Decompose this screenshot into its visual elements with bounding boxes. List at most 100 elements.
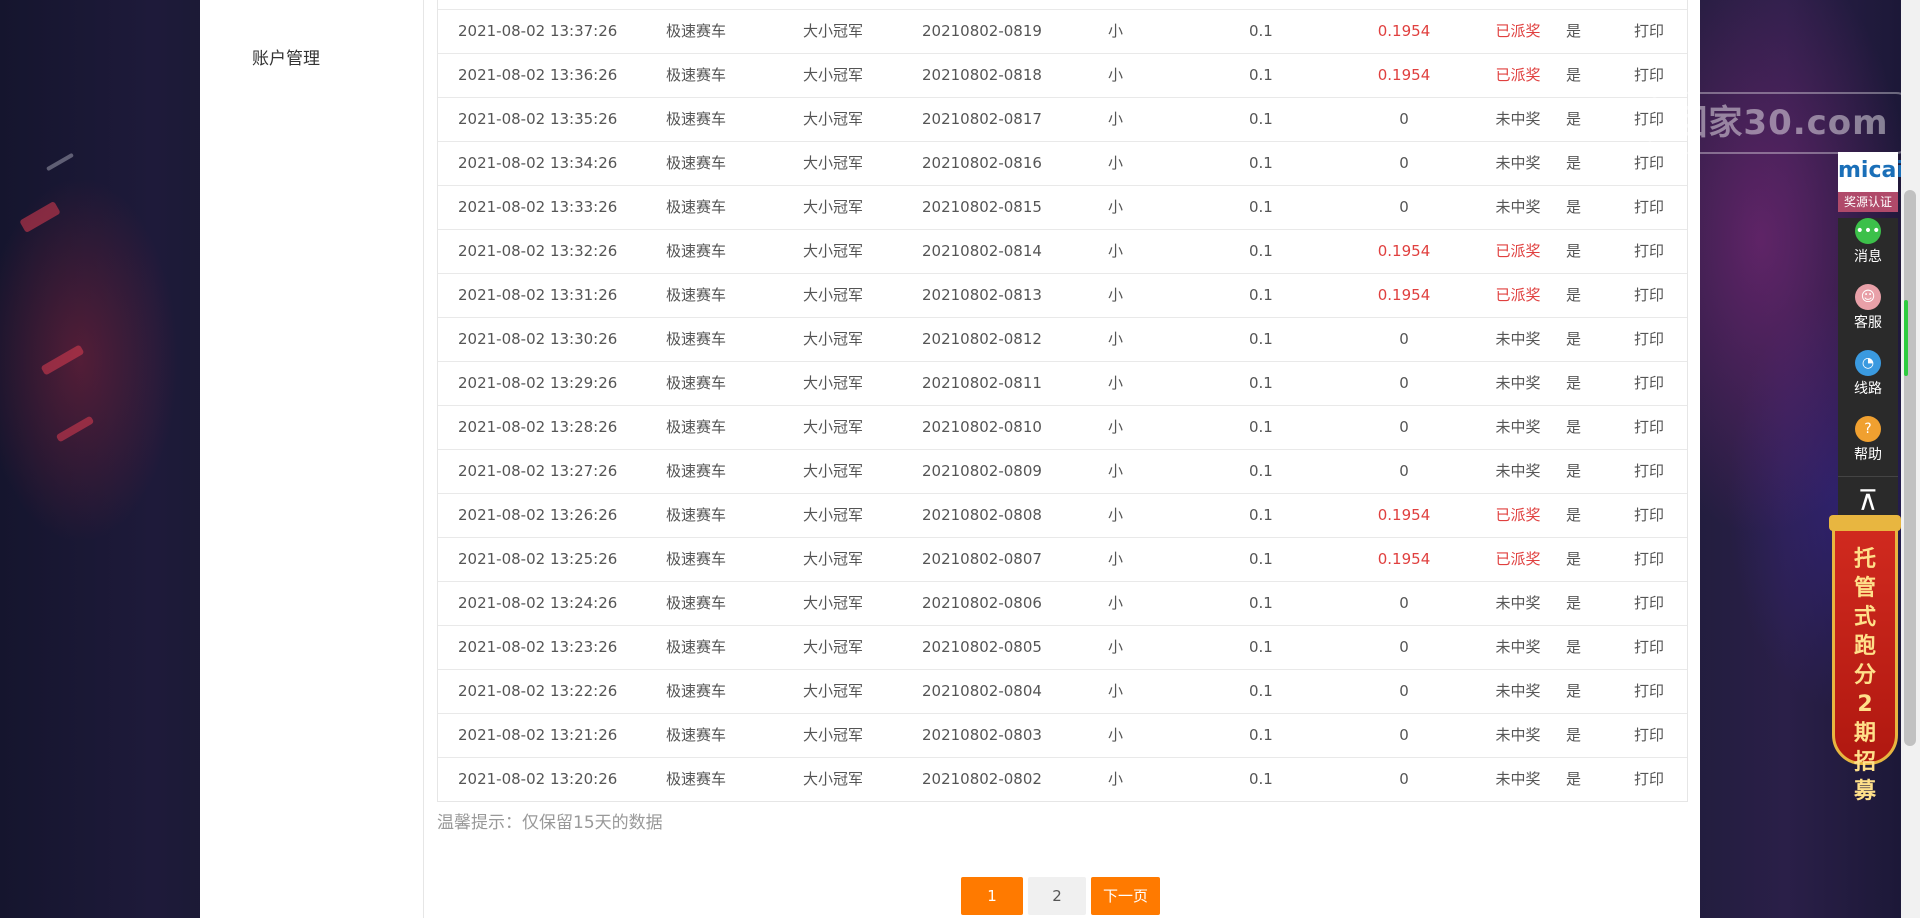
print-link[interactable]: 打印: [1634, 54, 1664, 97]
table-row: 2021-08-02 13:26:26 极速赛车 大小冠军 20210802-0808…: [438, 493, 1687, 537]
record-game: 极速赛车: [666, 198, 727, 216]
record-game: 极速赛车: [666, 770, 727, 788]
record-flag: 是: [1566, 66, 1582, 84]
page-1-button[interactable]: 1: [961, 877, 1023, 915]
widget-message-button[interactable]: ••• 消息: [1838, 218, 1898, 278]
record-issue-number: 20210802-0815: [922, 198, 1042, 216]
record-game: 极速赛车: [666, 506, 727, 524]
record-game: 极速赛车: [666, 418, 727, 436]
widget-support-button[interactable]: ☺ 客服: [1838, 284, 1898, 344]
record-flag: 是: [1566, 374, 1582, 392]
print-link[interactable]: 打印: [1634, 406, 1664, 449]
record-flag: 是: [1566, 242, 1582, 260]
record-flag: 是: [1566, 682, 1582, 700]
record-flag: 是: [1566, 330, 1582, 348]
record-flag: 是: [1566, 462, 1582, 480]
table-row: 2021-08-02 13:37:26 极速赛车 大小冠军 20210802-0819…: [438, 9, 1687, 53]
print-link[interactable]: 打印: [1634, 714, 1664, 757]
record-play-type: 大小冠军: [803, 22, 864, 40]
recruitment-banner[interactable]: 托管式跑分2期招募: [1829, 515, 1901, 804]
print-link[interactable]: 打印: [1634, 362, 1664, 405]
record-issue-number: 20210802-0807: [922, 550, 1042, 568]
record-play-type: 大小冠军: [803, 242, 864, 260]
record-game: 极速赛车: [666, 638, 727, 656]
print-link[interactable]: 打印: [1634, 670, 1664, 713]
record-time: 2021-08-02 13:25:26: [458, 550, 618, 568]
print-link[interactable]: 打印: [1634, 494, 1664, 537]
record-play-type: 大小冠军: [803, 66, 864, 84]
record-issue-number: 20210802-0813: [922, 286, 1042, 304]
banner-text: 托管式跑分2期招募: [1853, 547, 1876, 804]
table-row: 2021-08-02 13:30:26 极速赛车 大小冠军 20210802-0812…: [438, 317, 1687, 361]
record-win-amount: 0.1954: [1377, 550, 1431, 568]
record-status: 已派奖: [1495, 286, 1541, 304]
print-link[interactable]: 打印: [1634, 758, 1664, 801]
record-status: 未中奖: [1495, 682, 1541, 700]
record-game: 极速赛车: [666, 682, 727, 700]
print-link[interactable]: 打印: [1634, 318, 1664, 361]
print-link[interactable]: 打印: [1634, 274, 1664, 317]
next-page-button[interactable]: 下一页: [1091, 877, 1160, 915]
background-streak: [19, 200, 61, 234]
record-win-amount: 0.1954: [1377, 286, 1431, 304]
widget-help-label: 帮助: [1854, 447, 1882, 463]
sidebar-item-partial[interactable]: [252, 0, 257, 6]
record-flag: 是: [1566, 594, 1582, 612]
record-play-type: 大小冠军: [803, 374, 864, 392]
record-time: 2021-08-02 13:27:26: [458, 462, 618, 480]
record-time: 2021-08-02 13:26:26: [458, 506, 618, 524]
record-issue-number: 20210802-0818: [922, 66, 1042, 84]
record-play-type: 大小冠军: [803, 286, 864, 304]
record-amount: 0.1: [1249, 198, 1273, 216]
record-bet-choice: 小: [1108, 682, 1124, 700]
record-win-amount: 0: [1399, 682, 1409, 700]
record-status: 未中奖: [1495, 594, 1541, 612]
record-status: 已派奖: [1495, 242, 1541, 260]
record-flag: 是: [1566, 22, 1582, 40]
record-time: 2021-08-02 13:21:26: [458, 726, 618, 744]
sidebar-item-account-management[interactable]: 账户管理: [252, 44, 320, 69]
record-issue-number: 20210802-0817: [922, 110, 1042, 128]
record-flag: 是: [1566, 638, 1582, 656]
record-status: 未中奖: [1495, 374, 1541, 392]
record-play-type: 大小冠军: [803, 330, 864, 348]
record-play-type: 大小冠军: [803, 550, 864, 568]
record-bet-choice: 小: [1108, 198, 1124, 216]
print-link[interactable]: 打印: [1634, 582, 1664, 625]
record-game: 极速赛车: [666, 110, 727, 128]
page-2-button[interactable]: 2: [1028, 877, 1086, 915]
record-bet-choice: 小: [1108, 286, 1124, 304]
print-link[interactable]: 打印: [1634, 10, 1664, 53]
widget-help-button[interactable]: ? 帮助: [1838, 416, 1898, 476]
record-game: 极速赛车: [666, 550, 727, 568]
record-win-amount: 0.1954: [1377, 242, 1431, 260]
scrollbar-thumb[interactable]: [1904, 190, 1916, 746]
message-icon: •••: [1855, 218, 1881, 244]
record-win-amount: 0: [1399, 726, 1409, 744]
help-icon: ?: [1855, 416, 1881, 442]
record-win-amount: 0: [1399, 110, 1409, 128]
print-link[interactable]: 打印: [1634, 626, 1664, 669]
micai-logo[interactable]: micai: [1838, 152, 1904, 192]
record-flag: 是: [1566, 770, 1582, 788]
record-bet-choice: 小: [1108, 22, 1124, 40]
record-play-type: 大小冠军: [803, 506, 864, 524]
print-link[interactable]: 打印: [1634, 538, 1664, 581]
record-play-type: 大小冠军: [803, 594, 864, 612]
widget-route-label: 线路: [1854, 381, 1882, 397]
page-scrollbar[interactable]: [1901, 0, 1920, 918]
record-status: 已派奖: [1495, 66, 1541, 84]
record-flag: 是: [1566, 418, 1582, 436]
print-link[interactable]: 打印: [1634, 450, 1664, 493]
background-streak: [46, 152, 74, 172]
record-win-amount: 0: [1399, 154, 1409, 172]
print-link[interactable]: 打印: [1634, 186, 1664, 229]
record-issue-number: 20210802-0802: [922, 770, 1042, 788]
widget-route-button[interactable]: ◔ 线路: [1838, 350, 1898, 410]
record-time: 2021-08-02 13:22:26: [458, 682, 618, 700]
record-issue-number: 20210802-0814: [922, 242, 1042, 260]
record-amount: 0.1: [1249, 726, 1273, 744]
bet-records-table: 2021-08-02 13:37:26 极速赛车 大小冠军 20210802-0819…: [437, 0, 1688, 802]
record-time: 2021-08-02 13:28:26: [458, 418, 618, 436]
print-link[interactable]: 打印: [1634, 230, 1664, 273]
